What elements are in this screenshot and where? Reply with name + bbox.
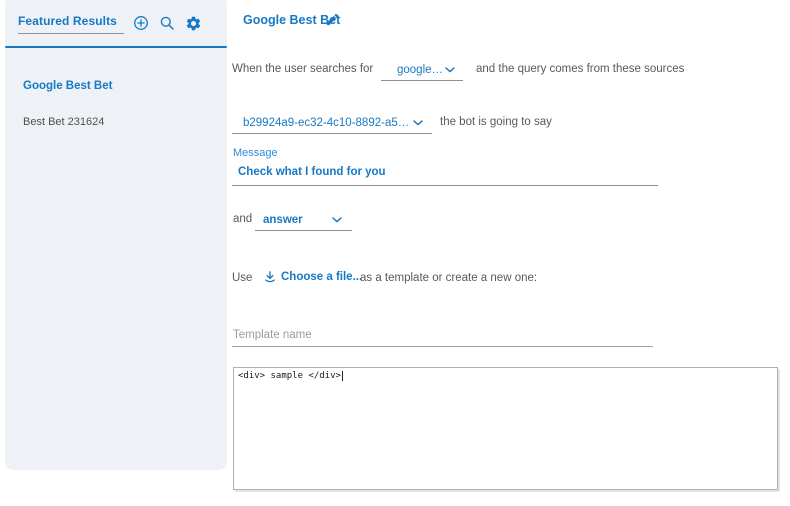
chevron-down-icon <box>445 67 455 73</box>
text-caret <box>342 371 343 381</box>
template-editor[interactable]: <div> sample </div> <box>233 367 778 490</box>
source-dropdown-value: b29924a9-ec32-4c10-8892-a544... <box>243 117 413 129</box>
settings-button[interactable] <box>184 14 202 32</box>
add-button[interactable] <box>132 14 150 32</box>
answer-type-dropdown[interactable]: answer <box>255 210 352 231</box>
search-terms-dropdown[interactable]: google, m... <box>381 60 463 81</box>
gear-icon <box>185 15 202 32</box>
answer-type-dropdown-value: answer <box>263 214 303 226</box>
sidebar-title-underline <box>18 33 124 34</box>
sidebar-item-best-bet-231624[interactable]: Best Bet 231624 <box>23 116 104 128</box>
download-icon <box>261 268 278 285</box>
source-row-suffix-label: the bot is going to say <box>440 116 552 128</box>
file-row-prefix-label: Use <box>232 272 252 284</box>
source-dropdown[interactable]: b29924a9-ec32-4c10-8892-a544... <box>232 113 432 134</box>
plus-circle-icon <box>133 15 149 31</box>
edit-title-button[interactable] <box>323 10 341 28</box>
template-name-input[interactable] <box>232 326 653 347</box>
message-underline <box>232 185 658 186</box>
search-button[interactable] <box>158 14 176 32</box>
message-label: Message <box>233 147 278 159</box>
search-row-suffix-label: and the query comes from these sources <box>476 63 684 75</box>
search-icon <box>159 15 175 31</box>
answer-row-prefix-label: and <box>233 213 252 225</box>
sidebar-title: Featured Results <box>18 14 117 28</box>
template-editor-text: <div> sample </div> <box>238 371 341 381</box>
sidebar: Featured Results <box>5 0 227 470</box>
pencil-icon <box>325 12 340 27</box>
choose-file-link[interactable]: Choose a file... <box>281 271 362 283</box>
search-terms-dropdown-value: google, m... <box>397 64 445 76</box>
sidebar-item-google-best-bet[interactable]: Google Best Bet <box>23 80 112 92</box>
search-row-prefix-label: When the user searches for <box>232 63 373 75</box>
page: Featured Results <box>0 0 790 506</box>
sidebar-divider <box>5 46 227 48</box>
chevron-down-icon <box>413 120 423 126</box>
chevron-down-icon <box>332 217 342 223</box>
file-row-suffix-label: as a template or create a new one: <box>360 272 537 284</box>
message-input[interactable]: Check what I found for you <box>238 166 386 178</box>
